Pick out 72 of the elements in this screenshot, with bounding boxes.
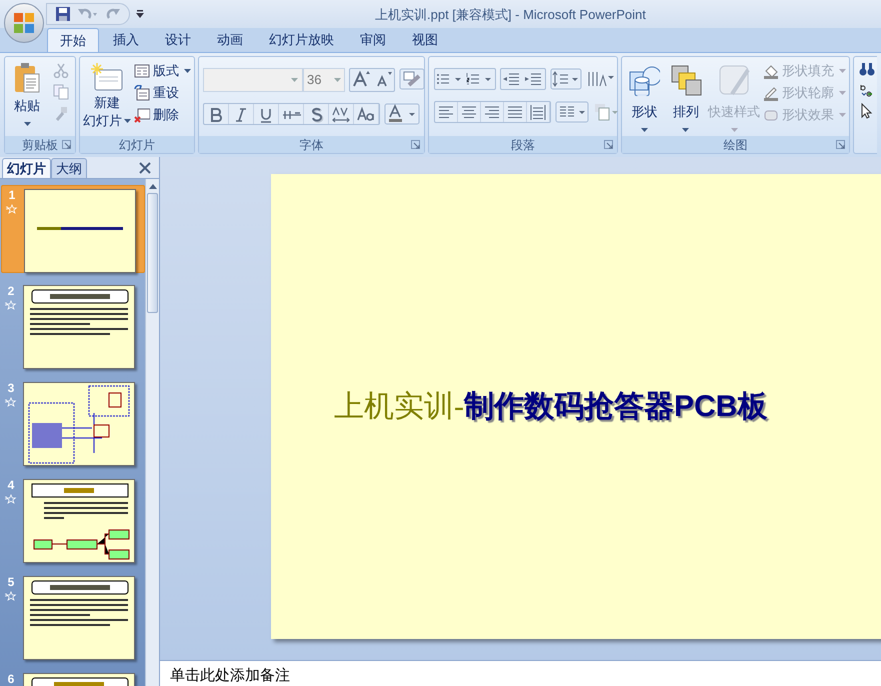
- slide-title: 上机实训-制作数码抢答器PCB板: [334, 388, 768, 424]
- group-label: 幻灯片: [119, 136, 155, 154]
- slide-command-button[interactable]: 版式: [134, 61, 191, 80]
- columns-icon[interactable]: [555, 101, 589, 123]
- ribbon-tab[interactable]: 开始: [47, 28, 99, 52]
- clear-format-icon[interactable]: [399, 68, 425, 90]
- ribbon-tab[interactable]: 幻灯片放映: [257, 28, 346, 52]
- group-label: 绘图: [724, 136, 748, 154]
- scrollbar[interactable]: [145, 179, 159, 686]
- window-title: 上机实训.ppt [兼容模式] - Microsoft PowerPoint: [375, 6, 646, 24]
- animation-star-icon[interactable]: [5, 591, 17, 601]
- animation-star-icon[interactable]: [5, 300, 17, 310]
- slide-number: 5: [8, 576, 14, 589]
- slide-number: 3: [8, 382, 14, 395]
- slide-number: 1: [8, 189, 16, 202]
- drawing-button[interactable]: 形状: [625, 60, 664, 136]
- group-label: 剪贴板: [22, 136, 58, 154]
- save-icon[interactable]: [55, 6, 71, 22]
- ribbon-tab[interactable]: 插入: [101, 28, 151, 52]
- drawing-button[interactable]: 排列: [666, 60, 705, 136]
- font-name-field[interactable]: [203, 68, 303, 92]
- slide-command-button[interactable]: 重设: [134, 83, 191, 102]
- shapes-icon[interactable]: [628, 64, 660, 96]
- change-case-icon[interactable]: [356, 105, 376, 123]
- font-size-field[interactable]: 36: [303, 68, 345, 92]
- ribbon-tab[interactable]: 动画: [205, 28, 255, 52]
- new-slide-button[interactable]: 新建 幻灯片: [83, 60, 131, 136]
- delete-icon[interactable]: [134, 106, 150, 122]
- dropdown-arrow-icon[interactable]: [24, 122, 30, 126]
- slide-number: 6: [8, 673, 14, 686]
- scroll-up-icon[interactable]: [148, 184, 156, 189]
- dialog-launcher-icon[interactable]: [604, 140, 613, 149]
- font-color-icon[interactable]: [384, 103, 420, 125]
- notes-field[interactable]: 单击此处添加备注: [160, 660, 881, 686]
- group-label: 字体: [300, 136, 324, 154]
- binoculars-icon[interactable]: [859, 61, 875, 77]
- scrollbar-thumb[interactable]: [147, 193, 158, 313]
- dialog-launcher-icon[interactable]: [62, 140, 71, 149]
- distributed-icon[interactable]: [529, 103, 547, 121]
- dropdown-arrow-icon[interactable]: [184, 68, 191, 72]
- ribbon-tab[interactable]: 审阅: [348, 28, 398, 52]
- ribbon-tab[interactable]: 视图: [400, 28, 450, 52]
- panel-tab[interactable]: 幻灯片: [2, 158, 51, 178]
- office-logo-icon[interactable]: [12, 11, 36, 35]
- line-spacing-icon[interactable]: [550, 68, 582, 90]
- slide-number: 4: [8, 479, 14, 492]
- group-label: 段落: [511, 136, 535, 154]
- animation-star-icon[interactable]: [5, 397, 17, 407]
- ribbon-tab[interactable]: 设计: [153, 28, 203, 52]
- animation-star-icon[interactable]: [6, 204, 18, 214]
- panel-tab[interactable]: 大纲: [51, 158, 87, 178]
- slide-number: 2: [8, 285, 14, 298]
- dropdown-arrow-icon[interactable]: [682, 128, 690, 132]
- pointer-icon[interactable]: [859, 103, 875, 119]
- paste-button[interactable]: 粘贴: [8, 60, 46, 136]
- dropdown-arrow-icon[interactable]: [640, 128, 648, 132]
- customize-toolbar-icon[interactable]: [134, 8, 146, 20]
- clipboard-icon[interactable]: [13, 62, 41, 94]
- animation-star-icon[interactable]: [5, 494, 17, 504]
- new-slide-icon[interactable]: [91, 62, 123, 92]
- replace-icon[interactable]: [859, 82, 875, 98]
- layout-icon[interactable]: [134, 62, 150, 78]
- dialog-launcher-icon[interactable]: [411, 140, 420, 149]
- convert-smartart-icon[interactable]: [593, 101, 619, 123]
- slide-command-button[interactable]: 删除: [134, 105, 191, 124]
- dropdown-arrow-icon[interactable]: [124, 119, 131, 123]
- dialog-launcher-icon[interactable]: [836, 140, 845, 149]
- close-icon[interactable]: [139, 162, 151, 174]
- arrange-icon[interactable]: [670, 64, 702, 96]
- grow-font-icon[interactable]: [350, 69, 372, 89]
- character-spacing-icon[interactable]: [331, 105, 351, 123]
- reset-icon[interactable]: [134, 84, 150, 100]
